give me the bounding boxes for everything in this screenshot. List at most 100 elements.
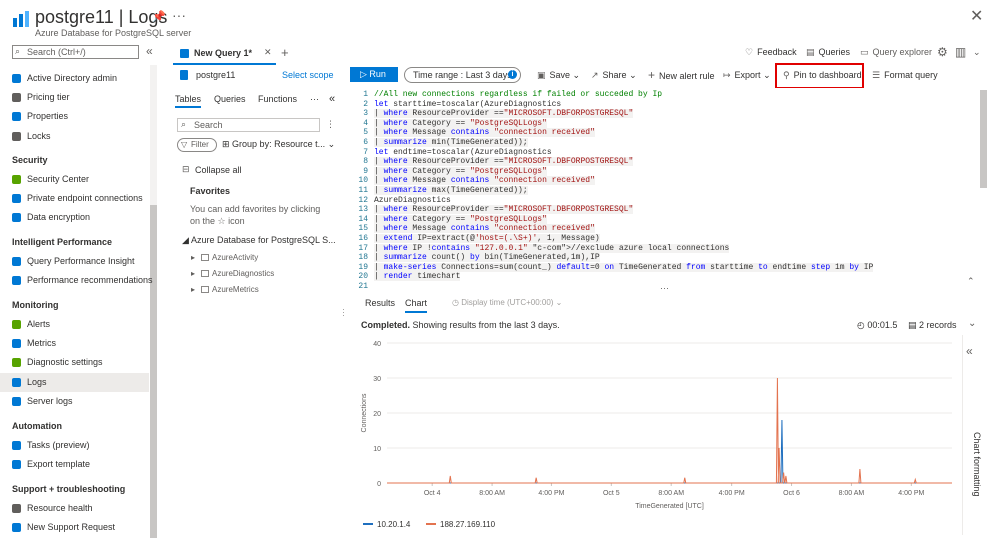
code-line[interactable]: | where Category == "PostgreSQLLogs"	[374, 118, 547, 128]
sidebar-item-private-endpoint-connections[interactable]: Private endpoint connections	[0, 189, 149, 208]
sidebar-item-icon	[12, 339, 21, 349]
sidebar-item-label: Private endpoint connections	[27, 193, 143, 204]
code-line[interactable]: | where ResourceProvider =="MICROSOFT.DB…	[374, 109, 634, 119]
display-time-dropdown[interactable]: ◷ Display time (UTC+00:00) ⌄	[452, 298, 562, 307]
save-button[interactable]: ▣ Save ⌄	[537, 70, 580, 81]
code-line[interactable]: | render timechart	[374, 272, 461, 282]
sidebar-item-pricing-tier[interactable]: Pricing tier	[0, 88, 149, 107]
sidebar-item-resource-health[interactable]: Resource health	[0, 499, 149, 518]
queries-button[interactable]: ▤ Queries	[806, 47, 850, 58]
editor-scrollbar[interactable]	[980, 90, 987, 188]
tab-chart[interactable]: Chart	[405, 298, 428, 313]
code-line[interactable]: //All new connections regardless if fail…	[374, 90, 662, 99]
sidebar-item-active-directory-admin[interactable]: Active Directory admin	[0, 69, 149, 88]
group-by-dropdown[interactable]: ⊞ Group by: Resource t... ⌄	[222, 139, 335, 150]
tab-queries[interactable]: Queries	[214, 94, 246, 104]
settings-gear-icon[interactable]: ⚙	[937, 45, 948, 59]
code-line[interactable]: | where ResourceProvider =="MICROSOFT.DB…	[374, 205, 634, 215]
code-line[interactable]: | where Category == "PostgreSQLLogs"	[374, 166, 547, 176]
code-line[interactable]: let starttime=toscalar(AzureDiagnostics	[374, 100, 561, 109]
sidebar-item-data-encryption[interactable]: Data encryption	[0, 208, 149, 227]
table-node-azureactivity[interactable]: ▸ AzureActivity	[191, 253, 258, 262]
pane-search-input[interactable]: Search	[177, 118, 320, 132]
table-node-azurediagnostics[interactable]: ▸ AzureDiagnostics	[191, 269, 274, 278]
splitter-handle[interactable]: ···	[339, 308, 349, 317]
sidebar-item-alerts[interactable]: Alerts	[0, 315, 149, 334]
legend-item[interactable]: 10.20.1.4	[363, 520, 410, 529]
tab-tables[interactable]: Tables	[175, 94, 202, 108]
sidebar-item-tasks-preview[interactable]: Tasks (preview)	[0, 436, 149, 455]
sidebar-item-security-center[interactable]: Security Center	[0, 170, 149, 189]
run-button[interactable]: ▷ Run	[350, 67, 398, 82]
code-line[interactable]: | where Category == "PostgreSQLLogs"	[374, 214, 547, 224]
table-node-azuremetrics[interactable]: ▸ AzureMetrics	[191, 285, 259, 294]
sidebar-item-label: Tasks (preview)	[27, 440, 90, 450]
filter-button[interactable]: Filter	[177, 138, 217, 152]
book-icon[interactable]: ▥	[955, 45, 966, 59]
code-line[interactable]: | where Message contains "connection rec…	[374, 224, 595, 234]
postgresql-server-icon	[12, 10, 30, 28]
collapse-all-button[interactable]: Collapse all	[195, 165, 242, 175]
sidebar-search-input[interactable]: Search (Ctrl+/)	[12, 45, 139, 59]
code-line[interactable]: | summarize count() by bin(TimeGenerated…	[374, 253, 600, 263]
more-options-icon[interactable]: ···	[172, 7, 186, 23]
query-explorer-button[interactable]: ▭ Query explorer	[860, 47, 932, 58]
share-button[interactable]: ↗ Share ⌄	[591, 70, 637, 81]
code-line[interactable]: | summarize max(TimeGenerated));	[374, 186, 528, 195]
chart-formatting-panel-toggle[interactable]: Chart formatting	[972, 432, 982, 497]
legend-swatch	[363, 523, 373, 525]
sidebar-item-locks[interactable]: Locks	[0, 127, 149, 146]
code-line[interactable]: | where Message contains "connection rec…	[374, 176, 595, 186]
collapse-pane-icon[interactable]: «	[329, 93, 335, 105]
database-tree-node[interactable]: ◢ Azure Database for PostgreSQL S...	[182, 235, 336, 246]
collapse-editor-icon[interactable]: ⌃	[967, 276, 975, 287]
editor-resize-handle[interactable]: ···	[660, 283, 669, 293]
expand-chart-formatting-icon[interactable]: «	[966, 344, 973, 358]
code-line[interactable]: let endtime=toscalar(AzureDiagnostics	[374, 148, 552, 157]
format-query-button[interactable]: ☰ Format query	[872, 70, 938, 81]
sidebar-item-server-logs[interactable]: Server logs	[0, 392, 149, 411]
legend-item[interactable]: 188.27.169.110	[426, 520, 495, 529]
y-tick-label: 20	[373, 411, 381, 418]
feedback-button[interactable]: ♡ Feedback	[745, 47, 797, 58]
sidebar-item-logs[interactable]: Logs	[0, 372, 149, 392]
sidebar-item-performance-recommendations[interactable]: Performance recommendations	[0, 271, 153, 290]
pin-icon[interactable]: 📌	[152, 10, 166, 23]
sidebar-item-icon	[12, 175, 21, 184]
sidebar-item-diagnostic-settings[interactable]: Diagnostic settings	[0, 353, 149, 372]
export-button[interactable]: ↦ Export ⌄	[723, 70, 771, 81]
tab-functions[interactable]: Functions	[258, 94, 297, 104]
collapse-sidebar-icon[interactable]: «	[146, 44, 153, 58]
close-icon[interactable]: ✕	[970, 6, 983, 26]
results-status: Completed. Showing results from the last…	[361, 320, 560, 330]
code-line[interactable]: | make-series Connections=sum(count_) de…	[374, 262, 874, 272]
chevron-down-icon[interactable]: ⌄	[973, 47, 981, 58]
query-editor[interactable]: 1 //All new connections regardless if fai…	[348, 88, 978, 288]
code-line[interactable]: | summarize min(TimeGenerated));	[374, 138, 528, 147]
close-tab-icon[interactable]: ✕	[264, 47, 272, 58]
sidebar-item-query-performance-insight[interactable]: Query Performance Insight	[0, 252, 149, 271]
code-line[interactable]: | extend IP=extract(@'host=(.\S+)', 1, M…	[374, 234, 600, 243]
more-icon[interactable]: ···	[310, 94, 319, 104]
sidebar-scrollbar-thumb[interactable]	[150, 205, 157, 538]
status-bold: Completed.	[361, 320, 411, 330]
select-scope-link[interactable]: Select scope	[282, 70, 334, 80]
code-line[interactable]: AzureDiagnostics	[374, 196, 451, 205]
sidebar-item-new-support-request[interactable]: New Support Request	[0, 518, 149, 537]
new-alert-rule-button[interactable]: + New alert rule	[648, 68, 715, 82]
sidebar-item-label: Metrics	[27, 338, 56, 349]
code-line[interactable]: | where IP !contains "127.0.0.1" "c-com"…	[374, 243, 730, 253]
tab-results[interactable]: Results	[365, 298, 395, 308]
sidebar-item-metrics[interactable]: Metrics	[0, 334, 149, 353]
code-line[interactable]: | where ResourceProvider =="MICROSOFT.DB…	[374, 157, 634, 167]
info-icon[interactable]: i	[508, 70, 517, 79]
expand-results-icon[interactable]: ⌄	[968, 318, 976, 329]
sidebar-item-icon	[12, 112, 21, 122]
more-vertical-icon[interactable]: ⋮	[326, 119, 335, 130]
sidebar-item-export-template[interactable]: Export template	[0, 455, 149, 474]
code-line[interactable]: | where Message contains "connection rec…	[374, 128, 595, 138]
legend-swatch	[426, 523, 436, 525]
time-range-button[interactable]: Time range : Last 3 days	[404, 67, 521, 83]
sidebar-item-properties[interactable]: Properties	[0, 107, 149, 126]
add-tab-icon[interactable]: +	[281, 45, 289, 60]
